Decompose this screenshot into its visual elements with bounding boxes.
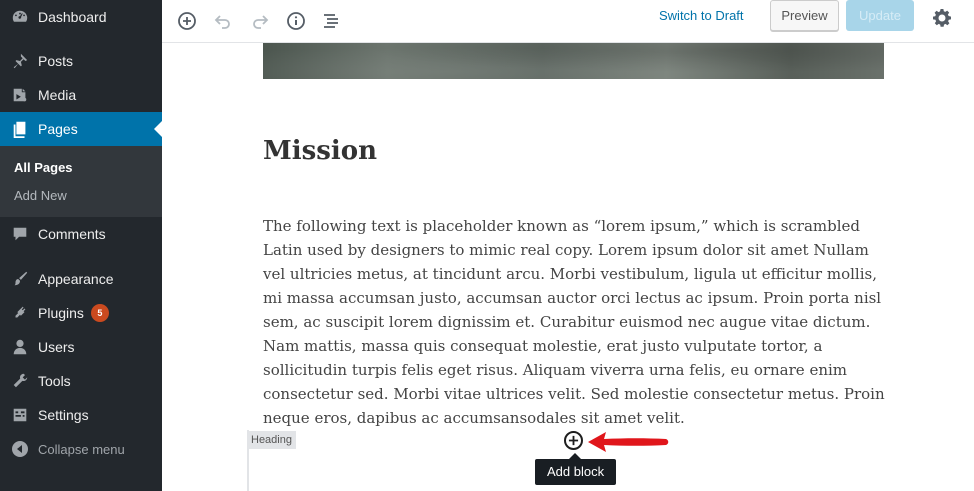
submenu-all-pages[interactable]: All Pages	[14, 160, 73, 175]
admin-sidebar: Dashboard Posts Media Pages All Pages Ad…	[0, 0, 162, 491]
sidebar-item-label: Plugins	[38, 305, 84, 321]
comment-icon	[0, 225, 38, 243]
sidebar-item-media[interactable]: Media	[0, 78, 162, 112]
pin-icon	[0, 52, 38, 70]
current-indicator	[154, 121, 162, 137]
sidebar-item-label: Posts	[38, 53, 74, 69]
sidebar-item-plugins[interactable]: Plugins 5	[0, 296, 162, 330]
dashboard-icon	[0, 8, 38, 26]
pages-submenu: All Pages Add New	[0, 146, 162, 217]
sidebar-item-label: Tools	[38, 373, 71, 389]
sidebar-item-label: Pages	[38, 121, 78, 137]
settings-icon	[0, 406, 38, 424]
wrench-icon	[0, 372, 38, 390]
editor-toolbar: Switch to Draft Preview Update	[162, 0, 974, 43]
submenu-add-new[interactable]: Add New	[14, 188, 67, 203]
collapse-menu-label: Collapse menu	[38, 441, 125, 457]
block-type-label: Heading	[247, 431, 296, 449]
media-icon	[0, 86, 38, 104]
add-block-icon	[178, 12, 196, 30]
brush-icon	[0, 270, 38, 288]
gear-icon	[933, 9, 951, 27]
sidebar-item-label: Users	[38, 339, 75, 355]
pages-icon	[0, 120, 38, 138]
collapse-icon	[0, 441, 38, 457]
user-icon	[0, 338, 38, 356]
sidebar-item-label: Settings	[38, 407, 89, 423]
paragraph-block[interactable]: The following text is placeholder known …	[263, 214, 887, 430]
sidebar-item-appearance[interactable]: Appearance	[0, 262, 162, 296]
sidebar-item-label: Media	[38, 87, 77, 103]
sidebar-item-posts[interactable]: Posts	[0, 44, 162, 78]
collapse-menu-button[interactable]: Collapse menu	[0, 432, 162, 466]
cover-image[interactable]	[263, 43, 884, 79]
sidebar-item-label: Appearance	[38, 271, 114, 287]
sidebar-item-dashboard[interactable]: Dashboard	[0, 0, 162, 34]
outline-icon	[324, 14, 338, 28]
sidebar-item-settings[interactable]: Settings	[0, 398, 162, 432]
sidebar-item-label: Comments	[38, 226, 106, 242]
sidebar-item-pages[interactable]: Pages	[0, 112, 162, 146]
plug-icon	[0, 304, 38, 322]
add-block-toolbar-button[interactable]	[171, 5, 203, 37]
preview-button[interactable]: Preview	[770, 0, 839, 31]
switch-to-draft-link[interactable]: Switch to Draft	[659, 8, 744, 23]
outline-button[interactable]	[315, 5, 347, 37]
add-block-tooltip: Add block	[535, 459, 617, 485]
update-button[interactable]: Update	[846, 0, 914, 31]
sidebar-item-users[interactable]: Users	[0, 330, 162, 364]
sidebar-item-label: Dashboard	[38, 9, 107, 25]
update-count-badge: 5	[90, 304, 109, 322]
plus-icon	[568, 435, 579, 446]
info-button[interactable]	[280, 5, 312, 37]
inserter-button[interactable]	[564, 431, 583, 450]
red-annotation-arrow-icon	[588, 432, 669, 452]
redo-icon	[253, 15, 269, 29]
info-icon	[287, 12, 305, 30]
sidebar-item-comments[interactable]: Comments	[0, 217, 162, 251]
settings-toggle-button[interactable]	[928, 4, 956, 32]
undo-button[interactable]	[207, 5, 239, 37]
heading-block[interactable]: Mission	[263, 136, 377, 166]
redo-button[interactable]	[244, 5, 276, 37]
sidebar-item-tools[interactable]: Tools	[0, 364, 162, 398]
undo-icon	[214, 15, 230, 29]
